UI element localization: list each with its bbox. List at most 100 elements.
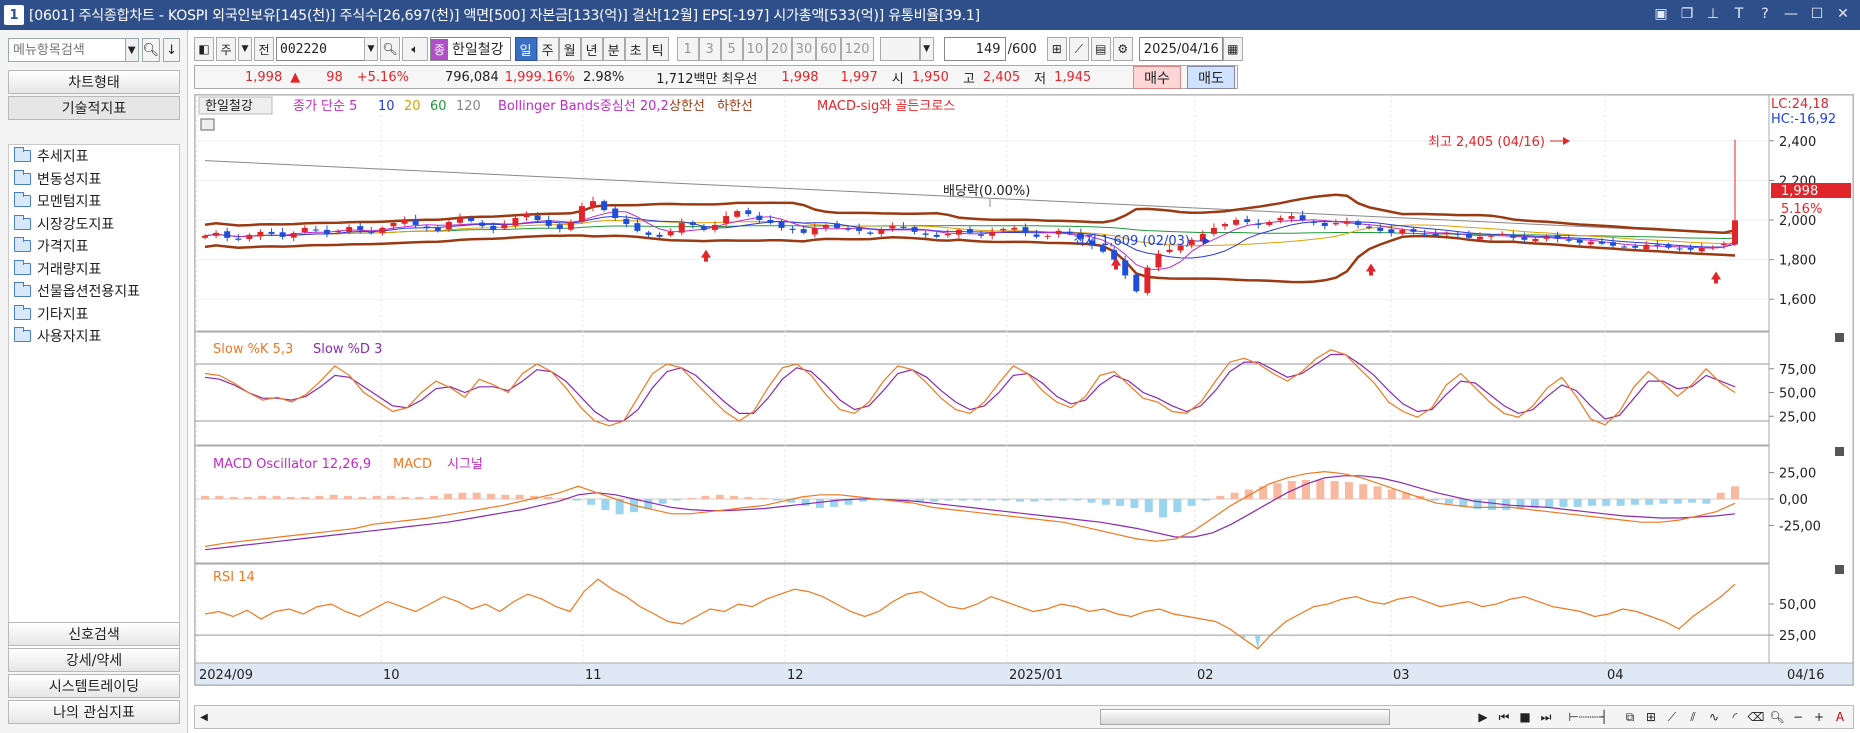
tree-item[interactable]: 선물옵션전용지표 (9, 280, 179, 303)
download-icon[interactable]: ↓ (163, 38, 180, 62)
eraser-icon[interactable]: ⌫ (1747, 708, 1765, 726)
candle-body (490, 225, 497, 230)
interval-button[interactable]: 60 (816, 37, 841, 61)
period-tab[interactable]: 틱 (646, 37, 669, 61)
compare-icon[interactable]: ⊞ (1642, 708, 1660, 726)
save-icon[interactable]: ▤ (1090, 37, 1111, 61)
date-input[interactable]: 2025/04/16 (1138, 37, 1223, 61)
period-tab[interactable]: 년 (580, 37, 603, 61)
stock-name-field[interactable]: 종 한일철강 (430, 37, 511, 61)
chart-settings-icon[interactable]: ◧ (194, 37, 214, 61)
buy-button[interactable]: 매수 (1133, 66, 1181, 89)
interval-button[interactable]: 30 (791, 37, 817, 61)
my-indicator-button[interactable]: 나의 관심지표 (8, 700, 180, 724)
period-dropdown-icon[interactable]: ▼ (238, 37, 252, 61)
interval-button[interactable]: 120 (840, 37, 874, 61)
help-icon[interactable]: ? (1754, 3, 1776, 25)
tree-item[interactable]: 가격지표 (9, 235, 179, 258)
candle-body (955, 229, 962, 235)
menu-search-input[interactable] (8, 38, 126, 62)
signal-search-button[interactable]: 신호검색 (8, 622, 180, 646)
tree-item[interactable]: 변동성지표 (9, 168, 179, 191)
data-count-input[interactable]: 149 (943, 37, 1006, 61)
candle-style-icon[interactable]: ⊞ (1046, 37, 1067, 61)
interval-button[interactable]: 1 (676, 37, 699, 61)
rsi-axis-label: 50,00 (1779, 598, 1816, 613)
folder-icon (14, 304, 31, 320)
speaker-icon[interactable]: 🔈︎ (402, 37, 428, 61)
scroll-left-icon[interactable]: ◀ (196, 708, 212, 726)
gear-icon[interactable]: ⚙ (1112, 37, 1133, 61)
period-tab[interactable]: 일 (514, 37, 537, 61)
macd-osc-bar (1130, 499, 1139, 508)
macd-osc-bar (1702, 499, 1711, 504)
interval-button[interactable]: 10 (742, 37, 768, 61)
tech-indicator-button[interactable]: 기술적지표 (8, 96, 180, 120)
interval-button[interactable]: 5 (720, 37, 743, 61)
tree-item[interactable]: 추세지표 (9, 145, 179, 168)
close-icon[interactable]: ✕ (1832, 3, 1854, 25)
prev-button[interactable]: 전 (254, 37, 274, 61)
rewind-icon[interactable]: ⏮ (1495, 708, 1513, 726)
stock-search-icon[interactable]: 🔍︎ (380, 37, 400, 61)
wave-icon[interactable]: ∿ (1705, 708, 1723, 726)
candle-body (323, 229, 330, 234)
arc-icon[interactable]: ◜ (1726, 708, 1744, 726)
tree-item[interactable]: 거래량지표 (9, 258, 179, 281)
plus-icon[interactable]: + (1810, 708, 1828, 726)
system-trading-button[interactable]: 시스템트레이딩 (8, 674, 180, 698)
period-tab[interactable]: 주 (536, 37, 559, 61)
calendar-icon[interactable]: ▦ (1222, 37, 1243, 61)
candle-body (357, 226, 364, 230)
x-axis-label: 2024/09 (199, 668, 253, 683)
chart-area[interactable]: 2024/09 10 11 12 2025/01 02 03 04 04/16 2,400 2,20… (194, 94, 1854, 686)
tree-item[interactable]: 모멘텀지표 (9, 190, 179, 213)
minus-icon[interactable]: − (1789, 708, 1807, 726)
last-price-pct: 5.16% (1781, 202, 1822, 217)
restore-window-icon[interactable]: ❐ (1676, 3, 1698, 25)
pin-icon[interactable]: ⊥ (1702, 3, 1724, 25)
candle-body (423, 226, 430, 228)
interval-button[interactable]: 3 (698, 37, 721, 61)
zoom-slider[interactable]: ⊢┈┈┈┤ (1558, 708, 1618, 726)
candle-body (1532, 238, 1539, 242)
fibonacci-icon[interactable]: ⫽ (1684, 708, 1702, 726)
tree-item[interactable]: 사용자지표 (9, 325, 179, 348)
stock-code-input[interactable]: 002220 (276, 37, 366, 61)
min-price-label: 최저 1,609 (02/03) (1073, 234, 1190, 249)
period-prefix-button[interactable]: 주 (216, 37, 236, 61)
minimize-icon[interactable]: — (1780, 3, 1802, 25)
overlay-icon[interactable]: ⧉ (1621, 708, 1639, 726)
macd-osc-bar (486, 493, 495, 500)
text-tool-icon[interactable]: A (1831, 708, 1849, 726)
search-dropdown-icon[interactable]: ▼ (126, 38, 139, 62)
draw-tool-icon[interactable]: ⟋ (1068, 37, 1089, 61)
period-tab[interactable]: 분 (602, 37, 625, 61)
candle-body (1698, 247, 1705, 252)
trend-line-icon[interactable]: ⟋ (1663, 708, 1681, 726)
zoom-in-icon[interactable]: 🔍︎ (1768, 708, 1786, 726)
search-icon[interactable]: 🔍︎ (141, 38, 161, 62)
period-tab[interactable]: 초 (624, 37, 647, 61)
tree-item[interactable]: 기타지표 (9, 303, 179, 326)
macd-osc-bar (1373, 486, 1382, 500)
scroll-thumb[interactable] (1100, 709, 1390, 725)
code-dropdown-icon[interactable]: ▼ (364, 37, 378, 61)
maximize-icon[interactable]: ☐ (1806, 3, 1828, 25)
custom-interval-input[interactable] (879, 37, 920, 61)
tree-item[interactable]: 시장강도지표 (9, 213, 179, 236)
chart-canvas[interactable]: 2024/09 10 11 12 2025/01 02 03 04 04/162,4002,20… (195, 95, 1853, 685)
strength-weakness-button[interactable]: 강세/약세 (8, 648, 180, 672)
interval-button[interactable]: 20 (767, 37, 792, 61)
layout-icon[interactable]: ▣ (1650, 3, 1672, 25)
candle-body (512, 218, 519, 226)
chart-type-button[interactable]: 차트형태 (8, 70, 180, 94)
period-tab[interactable]: 월 (558, 37, 581, 61)
candle-body (468, 217, 475, 221)
interval-dropdown-icon[interactable]: ▼ (919, 37, 934, 61)
fast-forward-icon[interactable]: ⏭ (1537, 708, 1555, 726)
font-size-icon[interactable]: T (1728, 3, 1750, 25)
sell-button[interactable]: 매도 (1187, 66, 1235, 89)
stop-icon[interactable]: ■ (1516, 708, 1534, 726)
scroll-right-icon[interactable]: ▶ (1474, 708, 1492, 726)
